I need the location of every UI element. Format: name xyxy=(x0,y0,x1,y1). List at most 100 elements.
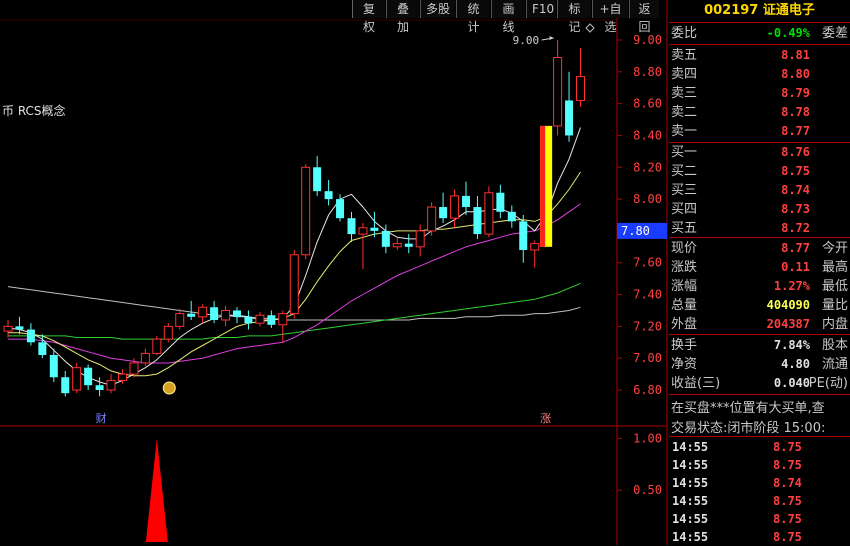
ask-row: 卖五 8.81 xyxy=(669,46,850,65)
candle-body xyxy=(415,230,425,248)
bid-label: 买四 xyxy=(671,202,698,217)
candle-body xyxy=(163,325,173,340)
candle-body xyxy=(301,166,311,256)
tick-time: 14:55 xyxy=(672,440,709,454)
candle xyxy=(313,156,322,196)
candlesticks[interactable] xyxy=(3,40,585,397)
ask-price: 8.79 xyxy=(781,86,810,100)
candle-body xyxy=(370,227,379,231)
alert-message[interactable]: 在买盘***位置有大买单,查 xyxy=(671,397,850,416)
ask-price: 8.81 xyxy=(781,48,810,62)
stat-value: 0.11 xyxy=(781,260,810,274)
price-tick-label: 8.60 xyxy=(633,97,662,111)
high-price-marker: 9.00 xyxy=(513,34,540,47)
bid-price: 8.72 xyxy=(781,221,810,235)
candle-body xyxy=(72,367,82,391)
candle xyxy=(324,180,333,206)
candle xyxy=(163,323,173,343)
candle-body xyxy=(439,207,448,219)
price-tick-label: 8.40 xyxy=(633,128,662,142)
ask-row: 卖二 8.78 xyxy=(669,103,850,122)
toolbar-button-4[interactable]: 画线 xyxy=(491,0,525,34)
candle-body xyxy=(576,76,585,101)
bid-row: 买三 8.74 xyxy=(669,181,850,200)
candle-body xyxy=(267,315,276,325)
tick-price: 8.75 xyxy=(773,440,802,454)
signal-subchart: 1.00 0.50 xyxy=(145,431,662,542)
candle-body xyxy=(187,313,196,317)
candle-body xyxy=(61,377,70,394)
toolbar-button-5[interactable]: F10 xyxy=(526,0,556,18)
candle xyxy=(61,370,70,397)
candle-body xyxy=(347,218,356,235)
tick-row: 14:55 8.75 xyxy=(669,492,850,510)
weicha-label: 委差 xyxy=(821,26,848,41)
candle xyxy=(210,300,219,324)
candle-body xyxy=(118,373,127,381)
stat2-right-label: 流通 xyxy=(821,357,848,372)
toolbar-button-0[interactable]: 复权 xyxy=(352,0,385,34)
stat-right-label: 量比 xyxy=(821,298,848,313)
candle-body xyxy=(336,199,345,219)
candle xyxy=(187,300,196,320)
toolbar-button-7[interactable]: +自选 xyxy=(592,0,628,34)
tick-row: 14:55 8.74 xyxy=(669,474,850,492)
toolbar-button-3[interactable]: 统计 xyxy=(456,0,490,34)
bid-price: 8.76 xyxy=(781,145,810,159)
candle-body xyxy=(324,191,333,200)
candle xyxy=(198,304,208,324)
stat2-value: 0.040 xyxy=(773,376,810,390)
tick-row: 14:55 8.75 xyxy=(669,456,850,474)
candle xyxy=(553,40,563,136)
indicator-label: 币 RCS概念 xyxy=(2,103,66,118)
ask-label: 卖五 xyxy=(671,48,698,63)
candle xyxy=(301,164,311,260)
candle-body xyxy=(38,342,47,355)
ask-row: 卖四 8.80 xyxy=(669,65,850,84)
bid-row: 买二 8.75 xyxy=(669,162,850,181)
tick-price: 8.75 xyxy=(773,530,802,544)
candle xyxy=(427,202,437,236)
candle xyxy=(244,310,253,330)
stat-row: 涨跌 0.11 最高 xyxy=(669,258,850,277)
tick-time: 14:55 xyxy=(672,530,709,544)
tick-row: 14:55 8.75 xyxy=(669,438,850,456)
toolbar-button-6[interactable]: 标记 xyxy=(557,0,591,34)
price-tick-label: 7.40 xyxy=(633,288,662,302)
bid-label: 买三 xyxy=(671,183,698,198)
bid-row: 买五 8.72 xyxy=(669,219,850,238)
stock-name: 证通电子 xyxy=(762,3,815,18)
price-tick-label: 7.60 xyxy=(633,256,662,270)
candle-body xyxy=(106,379,116,391)
candle xyxy=(255,312,265,327)
candle xyxy=(84,364,93,390)
money-bag-icon xyxy=(162,381,176,395)
candle xyxy=(289,250,299,319)
stat-row: 外盘 204387 内盘 xyxy=(669,315,850,334)
candle xyxy=(540,125,553,247)
ask-label: 卖二 xyxy=(671,105,698,120)
bid-row: 买一 8.76 xyxy=(669,143,850,162)
candle-body xyxy=(519,221,528,250)
candle-body xyxy=(530,243,540,251)
chart-markers: 币 RCS概念 9.00 财 涨 xyxy=(2,23,595,425)
stat-row: 现价 8.77 今开 xyxy=(669,239,850,258)
tick-row: 14:55 8.75 xyxy=(669,528,850,546)
candle-body xyxy=(175,313,185,327)
candle-body xyxy=(140,352,150,364)
stat2-label: 收益(三) xyxy=(671,376,721,391)
ask-label: 卖四 xyxy=(671,67,698,82)
toolbar-button-1[interactable]: 叠加 xyxy=(386,0,419,34)
stat2-label: 净资 xyxy=(671,357,698,372)
candle-body xyxy=(427,206,437,232)
toolbar-button-2[interactable]: 多股 xyxy=(420,0,455,18)
stat-value: 204387 xyxy=(766,317,810,331)
candle xyxy=(15,316,24,335)
diamond-icon xyxy=(585,23,595,33)
toolbar-button-8[interactable]: 返回 xyxy=(629,0,659,34)
candle xyxy=(415,224,425,257)
candle xyxy=(347,211,356,243)
candle-body xyxy=(278,313,288,326)
stat-value: 404090 xyxy=(766,298,810,312)
candle-body xyxy=(26,329,35,343)
